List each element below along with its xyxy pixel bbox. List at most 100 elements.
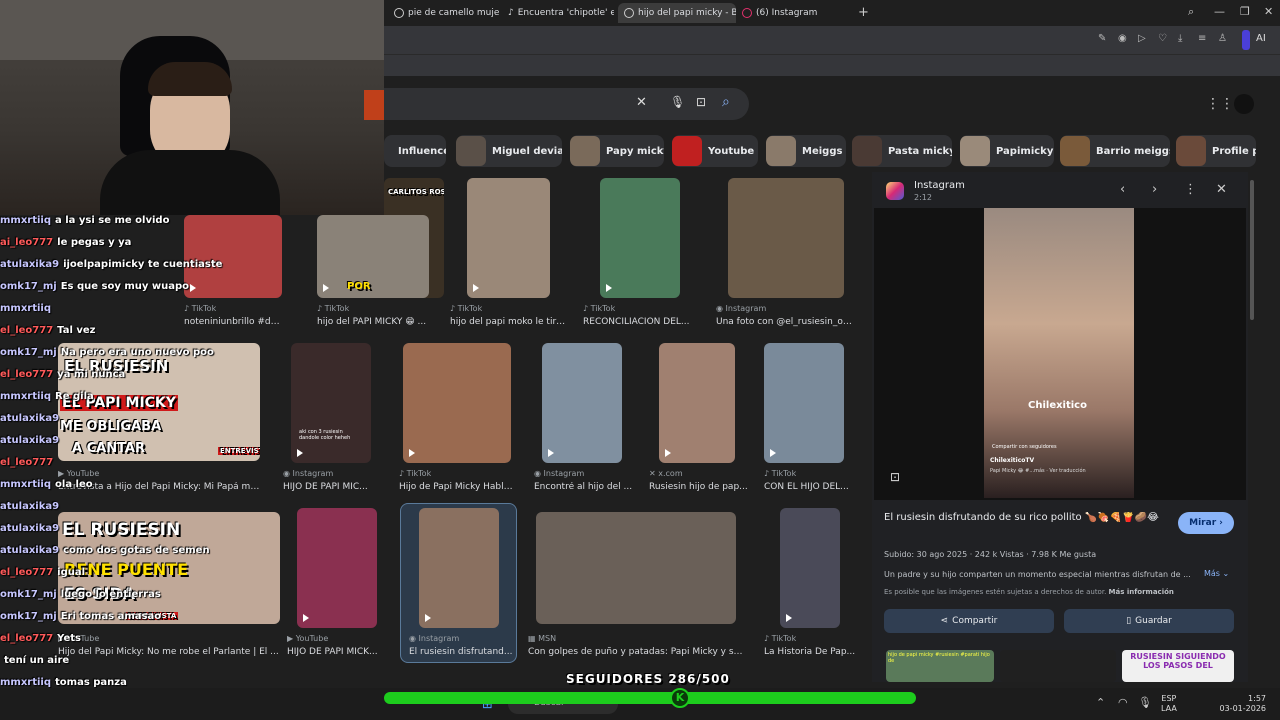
- chip-profile[interactable]: Profile pi: [1176, 135, 1256, 167]
- chip-influencer[interactable]: Influencer: [384, 135, 446, 167]
- chevron-up-icon[interactable]: ⌃: [1096, 696, 1105, 709]
- video-frame[interactable]: Chilexitico Compartir con seguidores Chi…: [984, 208, 1134, 498]
- result-card[interactable]: ◉ Instagram Una foto con @el_rusiesin_of…: [716, 178, 856, 328]
- result-thumbnail: [764, 343, 844, 463]
- visit-button[interactable]: Mirar ›: [1178, 512, 1234, 534]
- chip-papimicky[interactable]: Papimicky: [960, 135, 1054, 167]
- close-icon[interactable]: ✕: [1216, 182, 1227, 197]
- chip-meiggs[interactable]: Meiggs: [766, 135, 846, 167]
- chat-username: el_leo777: [0, 457, 54, 468]
- profile-icon[interactable]: ♙: [1218, 33, 1227, 44]
- chat-text: ya mi nunca: [57, 369, 126, 380]
- clock[interactable]: 1:57 03-01-2026: [1210, 694, 1267, 714]
- chat-username: mmxrtiiq: [0, 303, 52, 314]
- camera-icon[interactable]: ◉: [1118, 33, 1127, 44]
- result-card[interactable]: ◉ Instagram Encontré al hijo del ...: [534, 343, 642, 493]
- play-icon: [425, 614, 431, 622]
- chat-text: luego lo entierras: [60, 589, 161, 600]
- search-box[interactable]: ✕ 🎙 ⊡ ⌕: [384, 88, 749, 120]
- lens-icon[interactable]: ⊡: [696, 95, 706, 109]
- chip-pasta-micky[interactable]: Pasta micky: [852, 135, 952, 167]
- result-card[interactable]: ♪ TikTok RECONCILIACIÓN DEL...: [583, 178, 698, 328]
- scrollbar[interactable]: [1250, 180, 1254, 320]
- restore-icon[interactable]: ❐: [1240, 5, 1250, 18]
- tiktok-icon: ♪: [508, 8, 514, 18]
- chat-message: el_leo777 ya mi nunca: [0, 369, 125, 380]
- chat-username: atulaxika9: [0, 259, 60, 270]
- result-thumbnail: [542, 343, 622, 463]
- result-thumbnail: [600, 178, 680, 298]
- result-card-selected[interactable]: ◉ Instagram El rusiesin disfrutand...: [400, 503, 517, 663]
- mic-icon[interactable]: 🎙: [670, 95, 685, 109]
- related-thumbnail[interactable]: RUSIESIN SIGUIENDO LOS PASOS DEL: [1122, 650, 1234, 682]
- browser-tab-bar: pie de camello mujer - Bu ♪Encuentra 'ch…: [384, 0, 1280, 26]
- search-icon[interactable]: ⌕: [722, 94, 730, 110]
- result-thumbnail: [419, 508, 499, 628]
- play-icon[interactable]: ▷: [1138, 33, 1146, 44]
- chat-text: como dos gotas de semen: [63, 545, 210, 556]
- edit-icon[interactable]: ✎: [1098, 33, 1106, 44]
- instagram-icon: [886, 182, 904, 200]
- chat-text: Re gila: [55, 391, 94, 402]
- minimize-icon[interactable]: —: [1214, 5, 1225, 18]
- heart-icon[interactable]: ♡: [1158, 33, 1167, 44]
- tab-instagram[interactable]: (6) Instagram: [736, 3, 850, 23]
- chat-username: atulaxika9: [0, 545, 60, 556]
- result-card[interactable]: ♪ TikTok hijo del papi moko le tira...: [450, 178, 570, 328]
- chat-username: el_leo777: [0, 567, 54, 578]
- next-icon[interactable]: ›: [1152, 182, 1157, 197]
- avatar[interactable]: [1234, 94, 1254, 114]
- result-title: Hijo de Papi Micky Habla...: [399, 482, 517, 492]
- chip-miguel-devia[interactable]: Miguel devia: [456, 135, 562, 167]
- result-card[interactable]: ♪ TikTok CON EL HIJO DEL...: [764, 343, 856, 493]
- more-button[interactable]: Más ⌄: [1204, 569, 1229, 578]
- download-icon[interactable]: ⤓: [1178, 33, 1182, 44]
- more-info-link[interactable]: Más información: [1109, 588, 1174, 596]
- chat-text: a la ysi se me olvido: [55, 215, 170, 226]
- chevron-right-icon: ›: [1219, 518, 1223, 528]
- chevron-down-icon: ⌄: [1222, 569, 1230, 578]
- new-tab-button[interactable]: +: [858, 5, 869, 20]
- chat-text: Yets: [57, 633, 82, 644]
- chat-message: el_leo777: [0, 457, 57, 468]
- related-thumbnail[interactable]: [1000, 650, 1116, 682]
- chat-message: el_leo777 Tal vez: [0, 325, 95, 336]
- kick-logo: K: [670, 688, 690, 708]
- panel-source[interactable]: Instagram: [914, 180, 965, 191]
- save-button[interactable]: ▯ Guardar: [1064, 609, 1234, 633]
- more-options-icon[interactable]: ⋮: [1184, 182, 1197, 197]
- menu-icon[interactable]: ≡: [1198, 33, 1206, 44]
- related-thumbnail[interactable]: hijo de papi micky #rusiesin #parati hij…: [886, 650, 994, 682]
- search-icon[interactable]: ⌕: [1188, 5, 1194, 19]
- chip-papy-micky[interactable]: Papy micky: [570, 135, 664, 167]
- ai-button[interactable]: AI: [1256, 33, 1266, 44]
- mic-icon[interactable]: 🎙: [1138, 696, 1152, 709]
- result-card[interactable]: ▦ MSN Con golpes de puño y patadas: Papi…: [528, 512, 748, 662]
- lens-icon[interactable]: ⊡: [890, 470, 900, 484]
- apps-grid-icon[interactable]: ⋮⋮: [1206, 96, 1234, 112]
- play-icon: [409, 449, 415, 457]
- tab-pie-camello[interactable]: pie de camello mujer - Bu: [388, 3, 500, 23]
- result-card[interactable]: ✕ x.com Rusiesin hijo de pap...: [649, 343, 749, 493]
- tab-tiktok[interactable]: ♪Encuentra 'chipotle' en Tik: [502, 3, 614, 23]
- chat-message: mmxrtiiq ola leo: [0, 479, 93, 490]
- tab-hijo-papi-micky[interactable]: hijo del papi micky - Busc✕: [618, 3, 736, 23]
- close-icon[interactable]: ✕: [636, 95, 647, 110]
- chip-barrio-meiggs[interactable]: Barrio meiggs: [1060, 135, 1170, 167]
- chip-youtube[interactable]: Youtube: [672, 135, 758, 167]
- video-container[interactable]: Chilexitico Compartir con seguidores Chi…: [874, 208, 1246, 500]
- wifi-icon[interactable]: ◠: [1118, 696, 1128, 709]
- chat-message: el_leo777 igual: [0, 567, 85, 578]
- panel-title[interactable]: El rusiesin disfrutando de su rico polli…: [884, 512, 1164, 523]
- language-indicator[interactable]: ESP LAA: [1161, 694, 1177, 714]
- prev-icon[interactable]: ‹: [1120, 182, 1125, 197]
- chat-username: atulaxika9: [0, 413, 60, 424]
- result-card[interactable]: ♪ TikTok La Historia De Pap...: [764, 508, 856, 662]
- streamer-hair: [148, 62, 232, 96]
- share-button[interactable]: ⋖ Compartir: [884, 609, 1054, 633]
- result-card[interactable]: ♪ TikTok Hijo de Papi Micky Habla...: [399, 343, 517, 493]
- close-window-icon[interactable]: ✕: [1264, 5, 1273, 18]
- streamer-shirt: [100, 150, 280, 215]
- result-thumbnail: [403, 343, 511, 463]
- chat-message: mmxrtiiq a la ysi se me olvido: [0, 215, 169, 226]
